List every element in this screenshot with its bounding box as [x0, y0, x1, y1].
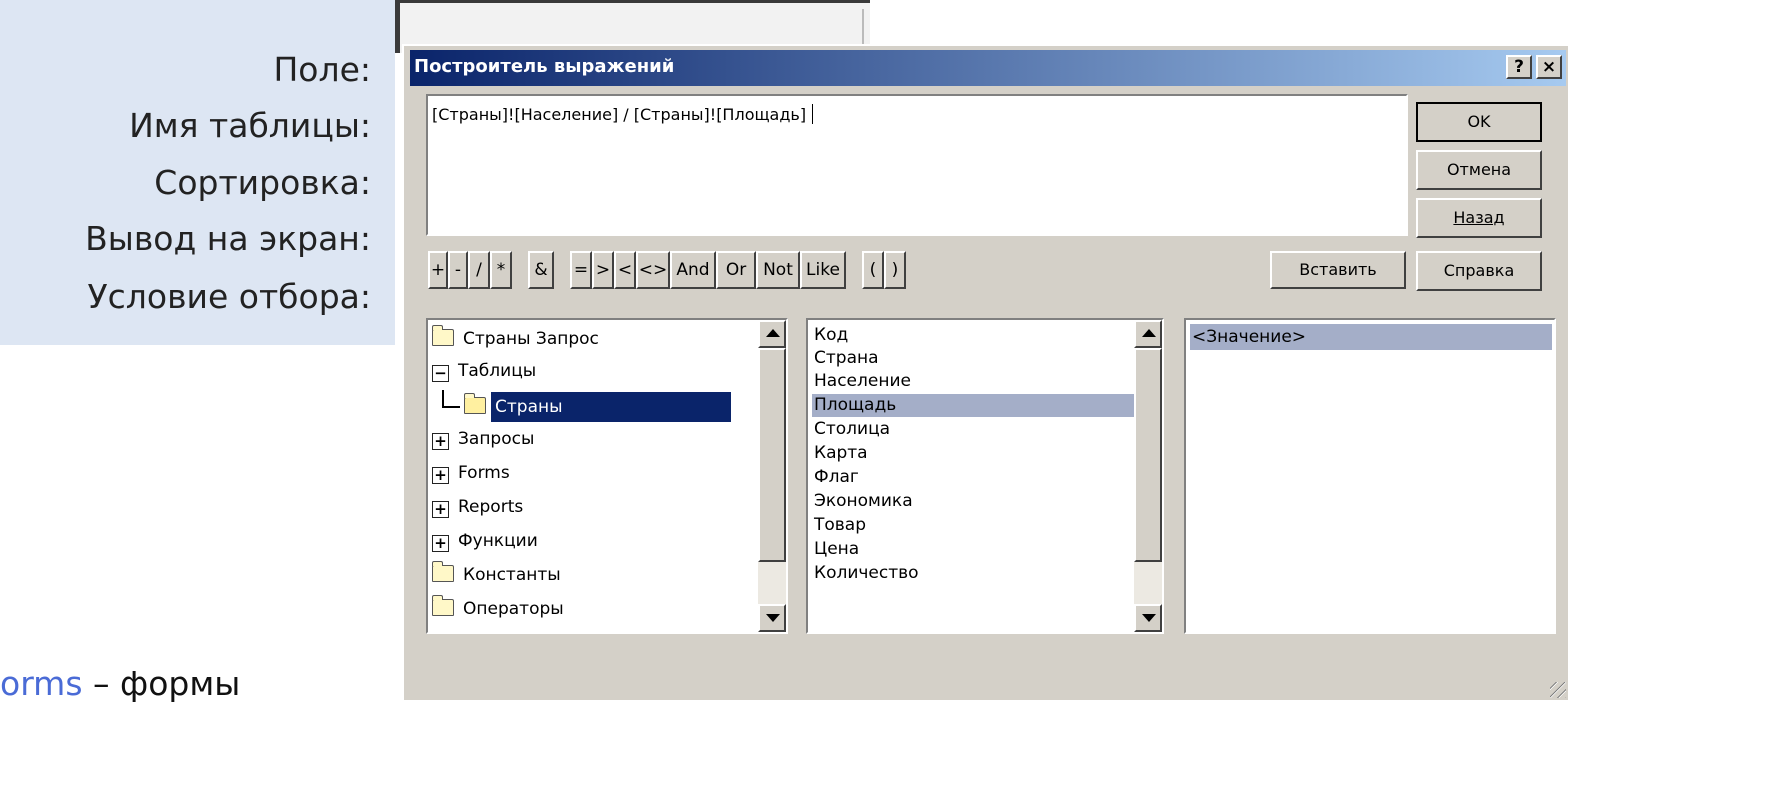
like-operator-button[interactable]: Like [800, 251, 846, 289]
tree-item-queries[interactable]: + Запросы [432, 424, 538, 454]
tree-item-countries[interactable]: Страны [432, 390, 731, 422]
dialog-titlebar[interactable]: Построитель выражений ? × [410, 50, 1566, 86]
field-item-area[interactable]: Площадь [812, 394, 1134, 417]
back-button[interactable]: Назад [1416, 198, 1542, 238]
tree-item-functions[interactable]: + Функции [432, 526, 542, 556]
dialog-title: Построитель выражений [414, 56, 675, 77]
field-item-country[interactable]: Страна [812, 347, 879, 370]
concat-operator-button[interactable]: & [528, 251, 554, 289]
show-row-label: Вывод на экран: [85, 219, 371, 258]
and-operator-button[interactable]: And [670, 251, 716, 289]
field-item-quantity[interactable]: Количество [812, 562, 919, 585]
divide-operator-button[interactable]: / [468, 251, 490, 289]
field-item-flag[interactable]: Флаг [812, 466, 859, 489]
field-item-map[interactable]: Карта [812, 442, 868, 465]
tree-item-reports[interactable]: + Reports [432, 492, 527, 522]
scroll-thumb[interactable] [758, 348, 786, 562]
tree-connector [442, 390, 460, 408]
minus-operator-button[interactable]: - [448, 251, 468, 289]
help-caption-button[interactable]: ? [1506, 55, 1532, 79]
caption-rest: – формы [82, 664, 241, 703]
ok-button[interactable]: OK [1416, 102, 1542, 142]
field-item-code[interactable]: Код [812, 324, 848, 347]
tree-item-constants[interactable]: Константы [431, 560, 565, 590]
tree-item-label: Операторы [463, 599, 564, 619]
collapse-icon[interactable]: − [432, 365, 449, 382]
open-folder-icon [463, 393, 486, 414]
field-row-label: Поле: [273, 50, 371, 89]
not-operator-button[interactable]: Not [756, 251, 800, 289]
field-item-population[interactable]: Население [812, 370, 911, 393]
tree-item-forms[interactable]: + Forms [432, 458, 514, 488]
field-item-goods[interactable]: Товар [812, 514, 866, 537]
folder-icon [431, 561, 454, 582]
caption-text: orms – формы [0, 664, 240, 703]
scroll-up-icon[interactable] [1134, 320, 1162, 348]
cancel-button[interactable]: Отмена [1416, 150, 1542, 190]
expression-text: [Страны]![Население] / [Страны]![Площадь… [432, 105, 807, 124]
folder-icon [431, 325, 454, 346]
expression-input[interactable]: [Страны]![Население] / [Страны]![Площадь… [426, 94, 1408, 236]
close-paren-button[interactable]: ) [884, 251, 906, 289]
multiply-operator-button[interactable]: * [490, 251, 512, 289]
help-button[interactable]: Справка [1416, 251, 1542, 291]
greater-operator-button[interactable]: > [592, 251, 614, 289]
tree-item-query[interactable]: Страны Запрос [431, 324, 603, 354]
equals-operator-button[interactable]: = [570, 251, 592, 289]
value-item[interactable]: <Значение> [1190, 324, 1552, 350]
table-name-row-label: Имя таблицы: [129, 106, 371, 145]
scroll-up-icon[interactable] [758, 320, 786, 348]
insert-button[interactable]: Вставить [1270, 251, 1406, 289]
caption-link[interactable]: orms [0, 664, 83, 703]
tree-item-label: Запросы [458, 429, 535, 449]
folder-icon [431, 595, 454, 616]
tree-item-operators[interactable]: Операторы [431, 594, 568, 624]
object-tree-list[interactable]: Страны Запрос − Таблицы Страны + Запросы +… [426, 318, 788, 634]
scroll-down-icon[interactable] [758, 604, 786, 632]
field-item-price[interactable]: Цена [812, 538, 859, 561]
tree-item-tables[interactable]: − Таблицы [432, 356, 540, 386]
tree-item-label: Страны [491, 392, 731, 422]
tree-item-label: Функции [458, 531, 538, 551]
or-operator-button[interactable]: Or [716, 251, 756, 289]
fields-list[interactable]: Код Страна Население Площадь Столица Кар… [806, 318, 1164, 634]
tree-item-label: Страны Запрос [463, 329, 599, 349]
field-item-capital[interactable]: Столица [812, 418, 890, 441]
tree-item-label: Таблицы [458, 361, 537, 381]
expand-icon[interactable]: + [432, 467, 449, 484]
values-list[interactable]: <Значение> [1184, 318, 1556, 634]
tree-item-label: Reports [458, 497, 524, 517]
scroll-down-icon[interactable] [1134, 604, 1162, 632]
field-item-economy[interactable]: Экономика [812, 490, 913, 513]
sort-row-label: Сортировка: [154, 163, 371, 202]
open-paren-button[interactable]: ( [862, 251, 884, 289]
close-icon[interactable]: × [1536, 55, 1562, 79]
criteria-row-label: Условие отбора: [87, 277, 371, 316]
expand-icon[interactable]: + [432, 501, 449, 518]
query-grid-labels: Поле: Имя таблицы: Сортировка: Вывод на … [0, 0, 395, 345]
fields-scrollbar[interactable] [1134, 320, 1162, 632]
expand-icon[interactable]: + [432, 535, 449, 552]
less-operator-button[interactable]: < [614, 251, 636, 289]
plus-operator-button[interactable]: + [428, 251, 448, 289]
expression-builder-dialog: Построитель выражений ? × [Страны]![Насе… [402, 44, 1568, 700]
resize-grip-icon[interactable] [1550, 682, 1566, 698]
tree-scrollbar[interactable] [758, 320, 786, 632]
tree-item-label: Forms [458, 463, 510, 483]
expand-icon[interactable]: + [432, 433, 449, 450]
expression-text-wrap: [Страны]![Население] / [Страны]![Площадь… [432, 104, 814, 124]
text-caret [812, 104, 814, 124]
tree-item-label: Константы [463, 565, 561, 585]
not-equal-operator-button[interactable]: <> [636, 251, 670, 289]
scroll-thumb[interactable] [1134, 348, 1162, 562]
